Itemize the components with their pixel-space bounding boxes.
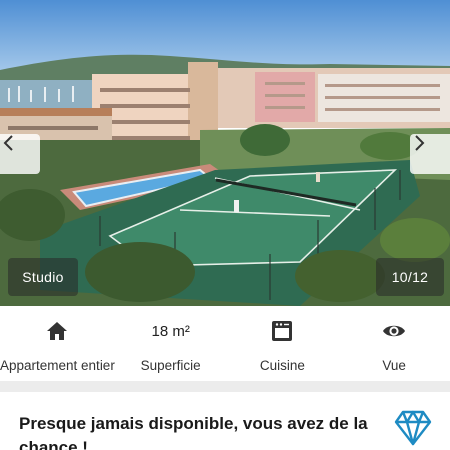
diamond-icon bbox=[394, 410, 432, 446]
photo-gallery[interactable]: Studio 10/12 bbox=[0, 0, 450, 306]
area-value: 18 m² bbox=[151, 322, 190, 340]
chevron-left-icon bbox=[3, 135, 13, 151]
section-divider bbox=[0, 381, 450, 392]
amenity-entire-apartment: Appartement entier bbox=[0, 306, 115, 382]
amenity-label: Cuisine bbox=[259, 358, 305, 373]
amenity-label: Superficie bbox=[140, 358, 201, 373]
amenity-view: Vue bbox=[338, 306, 450, 382]
next-photo-button[interactable] bbox=[410, 134, 450, 174]
amenity-label: Appartement entier bbox=[0, 358, 115, 373]
eye-icon bbox=[383, 325, 406, 337]
property-type-badge: Studio bbox=[8, 258, 78, 296]
amenities-bar: Appartement entier 18 m² Superficie Cuis… bbox=[0, 306, 450, 382]
oven-icon bbox=[272, 321, 293, 341]
amenity-label: Vue bbox=[382, 358, 406, 373]
rare-find-text: Presque jamais disponible, vous avez de … bbox=[19, 414, 368, 450]
home-icon bbox=[47, 322, 68, 340]
chevron-right-icon bbox=[415, 135, 425, 151]
previous-photo-button[interactable] bbox=[0, 134, 40, 174]
amenity-area: 18 m² Superficie bbox=[115, 306, 227, 382]
rare-find-notice: Presque jamais disponible, vous avez de … bbox=[0, 392, 450, 450]
photo-counter: 10/12 bbox=[376, 258, 444, 296]
amenity-kitchen: Cuisine bbox=[227, 306, 339, 382]
